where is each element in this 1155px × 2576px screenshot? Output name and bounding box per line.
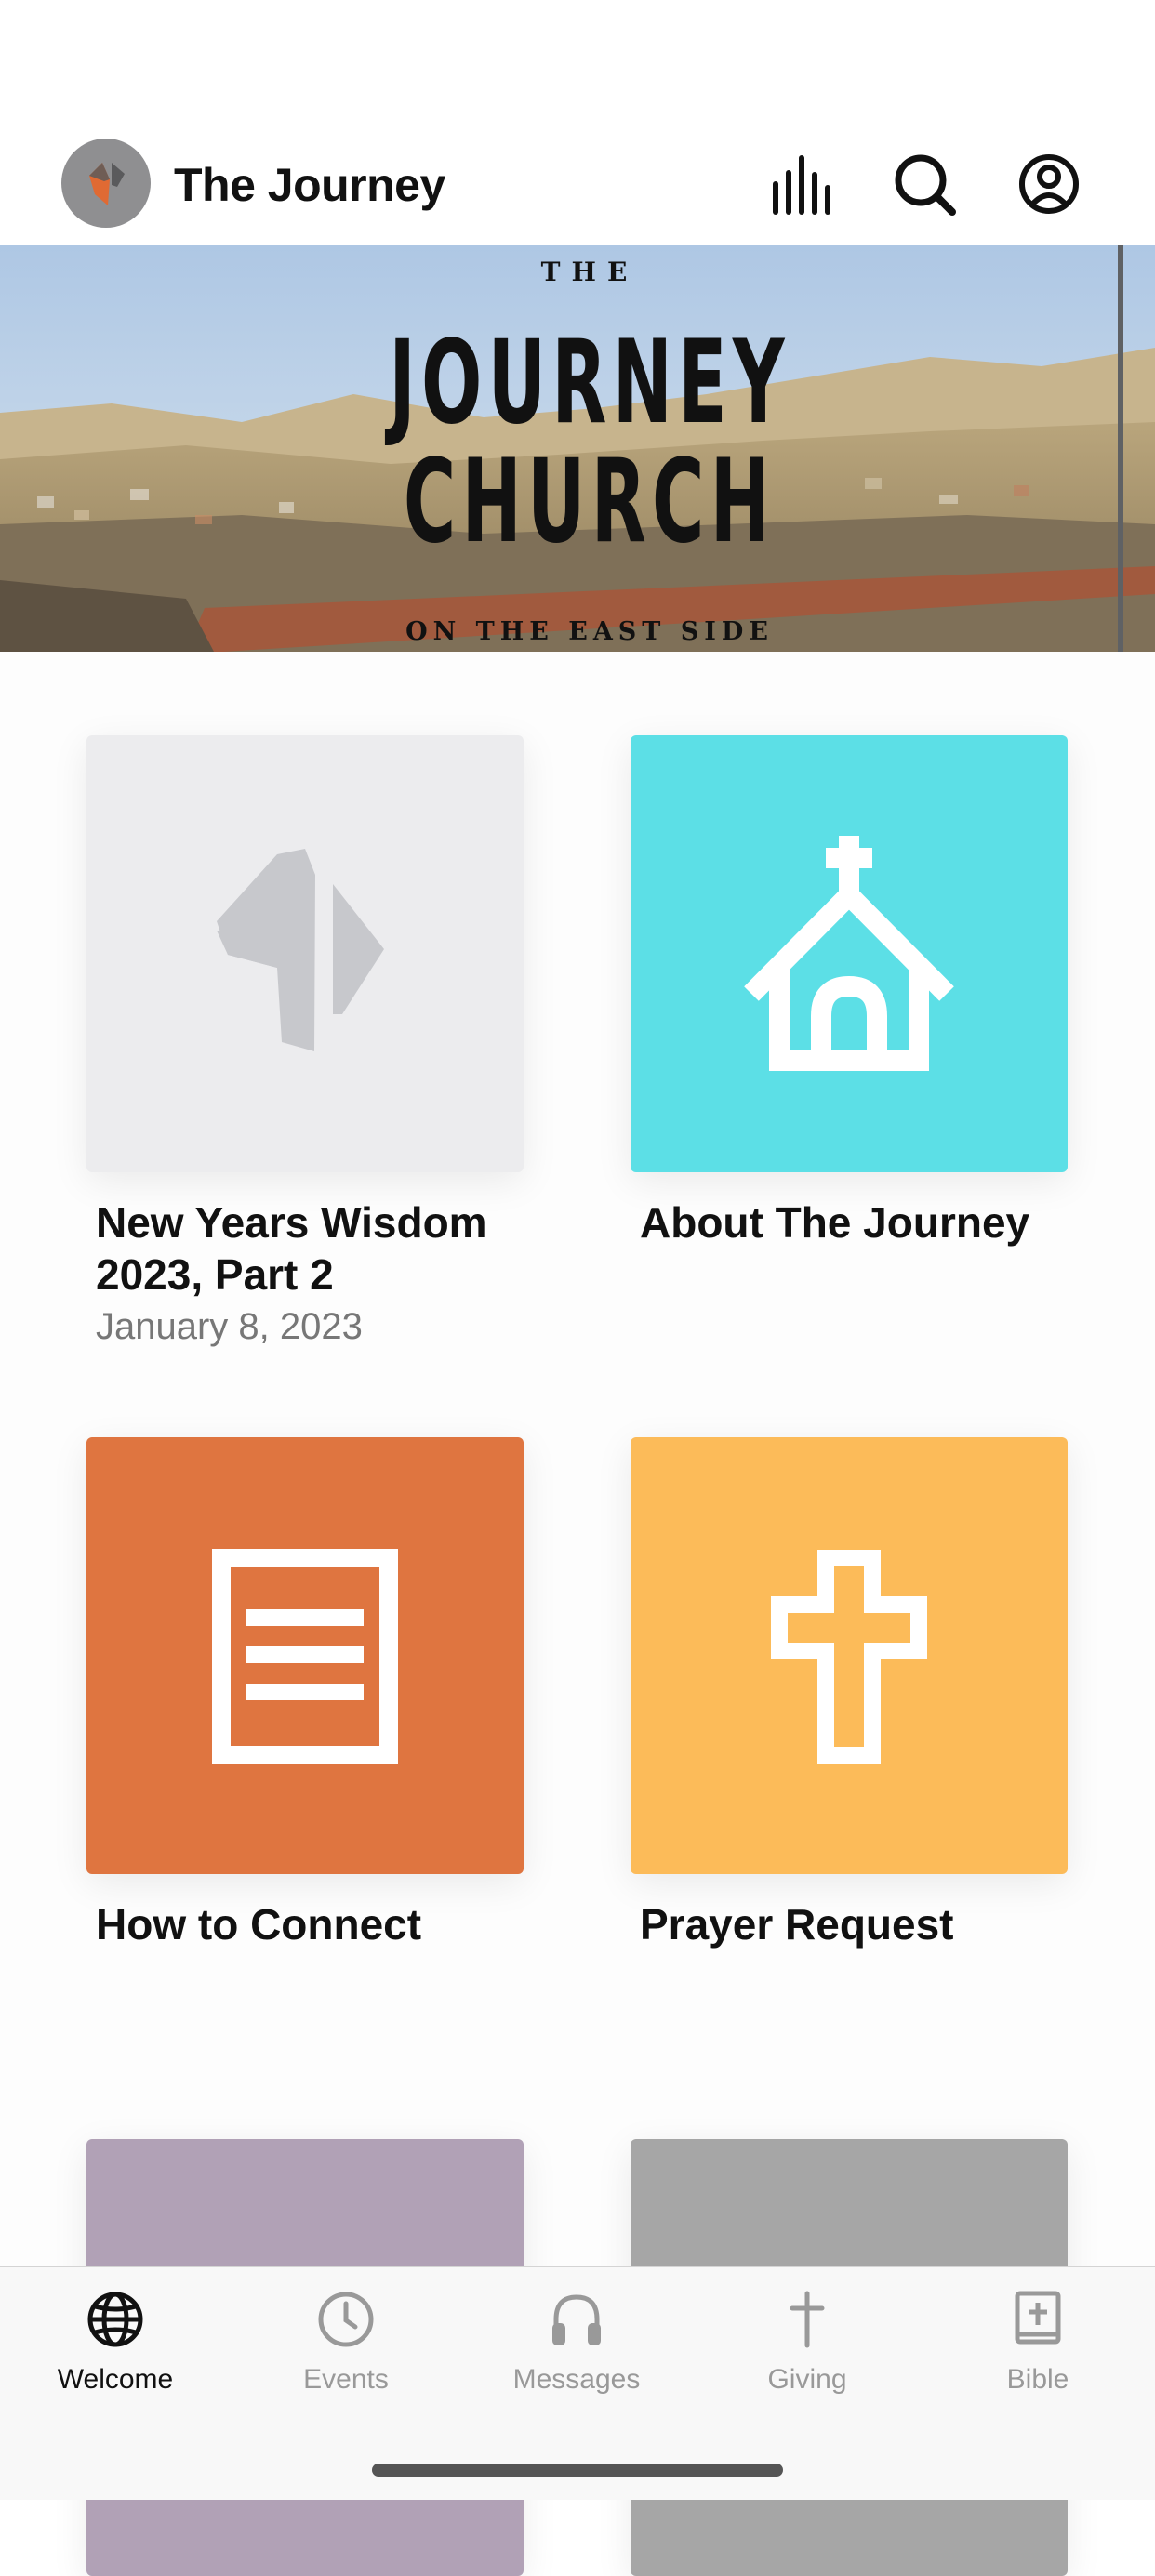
tile-how-to-connect[interactable] [86,1437,524,1874]
hero-text-bottom: ON THE EAST SIDE [405,617,774,646]
document-icon [212,1549,398,1764]
audio-bars-icon[interactable] [766,147,841,221]
tile-title-new-years-line2: 2023, Part 2 [96,1250,334,1299]
app-header: The Journey [0,130,1155,245]
clock-icon [318,2292,374,2347]
tile-date: January 8, 2023 [96,1306,363,1347]
hero-text-journey: JOURNEY [389,316,790,450]
tab-welcome[interactable]: Welcome [0,2267,231,2407]
tile-new-years-wisdom[interactable] [86,735,524,1172]
tab-bible[interactable]: Bible [923,2267,1153,2407]
church-logo-icon[interactable] [61,139,151,228]
tab-label-welcome: Welcome [57,2364,174,2395]
tab-messages[interactable]: Messages [461,2267,692,2407]
globe-icon [87,2292,143,2347]
tab-label-events: Events [303,2364,389,2395]
cross-icon [771,1550,927,1764]
app-title: The Journey [174,159,445,211]
home-indicator[interactable] [372,2464,783,2477]
tab-label-giving: Giving [767,2364,847,2395]
tab-giving[interactable]: Giving [692,2267,923,2407]
hero-text-church: CHURCH [403,435,777,569]
tile-title-about: About The Journey [640,1198,1030,1247]
search-icon[interactable] [889,147,963,221]
tile-title-prayer: Prayer Request [640,1900,954,1949]
tab-label-bible: Bible [1006,2364,1069,2395]
content-grid: New Years Wisdom 2023, Part 2 January 8,… [0,652,1155,2576]
tab-label-messages: Messages [512,2364,641,2395]
bible-icon [1015,2291,1061,2345]
tab-events[interactable]: Events [231,2267,461,2407]
account-icon[interactable] [1012,147,1086,221]
headphones-icon [552,2294,601,2345]
chapel-icon [744,836,954,1071]
tile-about-the-journey[interactable] [631,735,1068,1172]
tile-prayer-request[interactable] [631,1437,1068,1874]
cross-icon [790,2291,825,2348]
church-logo-icon [217,849,384,1051]
hero-banner[interactable]: THE JOURNEY CHURCH ON THE EAST SIDE [0,245,1155,652]
hero-text-top: THE [540,257,639,287]
tile-title-connect: How to Connect [96,1900,422,1949]
tile-title-new-years-line1: New Years Wisdom [96,1198,487,1247]
